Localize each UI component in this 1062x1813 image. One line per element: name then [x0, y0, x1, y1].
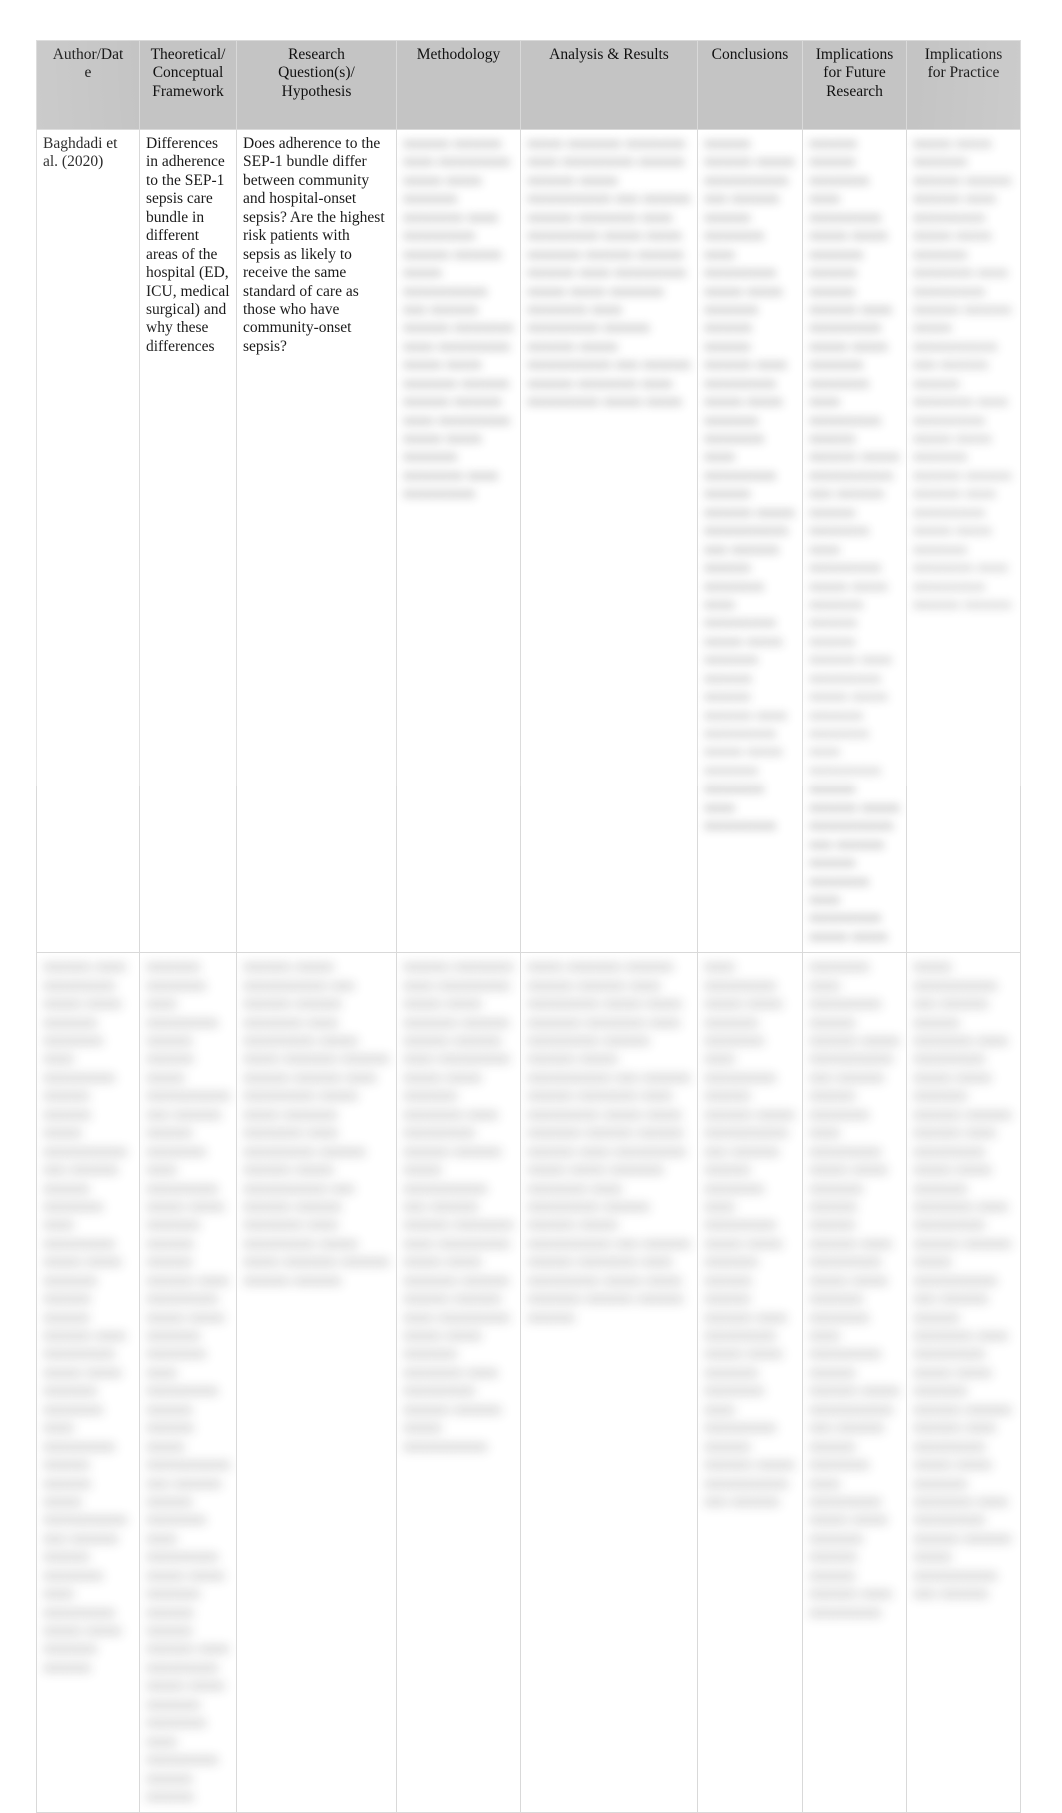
column-header-author-date-line2: e [84, 64, 92, 82]
redacted-cell-content: nnnnnnn mmmmm nnnn mmmmmm nnnnnn mmmm nn… [146, 958, 230, 1805]
column-header-author-date: Author/Dat e [36, 40, 140, 130]
column-header-research-question-line1: Research [288, 46, 345, 63]
column-header-framework-line2: Conceptual [152, 64, 224, 82]
redacted-cell-content: mmmm nnnn mmmmmm nnnnn mmm nnnnnnn mmmmm… [43, 958, 128, 1676]
cell-research-question: mmmm nnnnn mmmmmmm nnn mmmm nnnnnn mmmmm… [236, 952, 397, 1813]
redacted-cell-content: mmmmm nnnn mmmmmm nnnnnn mmmm nnnnn mmmm… [809, 958, 900, 1621]
cell-framework: nnnnnnn mmmmm nnnn mmmmmm nnnnnn mmmm nn… [139, 952, 237, 1813]
cell-text: Does adherence to the SEP-1 bundle diffe… [243, 135, 385, 355]
cell-future-research: mmmm nnnnnn mmmmm nnnn mmmmmm nnnnn mmm … [802, 128, 907, 954]
column-header-future-research-line2: for Future [823, 64, 886, 82]
column-header-research-question-line3: Hypothesis [281, 82, 352, 100]
cell-analysis-results: mmm nnnnnnn mmmmm nnnn mmmmmm nnnnnn mmm… [520, 128, 698, 954]
column-header-framework: Theoretical/ Conceptual Framework [139, 40, 237, 130]
document-page: Author/Dat e Theoretical/ Conceptual Fra… [0, 0, 1062, 1813]
cell-framework: Differences in adherence to the SEP-1 se… [139, 128, 237, 954]
cell-conclusions: nnnnnn mmmm nnnnn mmmmmmm nnn mmmm nnnnn… [697, 128, 803, 954]
redacted-cell-content: mmmm nnnnnn mmmmm nnnn mmmmmm nnnnn mmm … [809, 135, 900, 945]
redacted-cell-content: mmmm nnnnn mmmmmmm nnn mmmm nnnnnn mmmmm… [243, 958, 390, 1289]
table-header: Author/Dat e Theoretical/ Conceptual Fra… [36, 40, 1021, 130]
column-header-practice-line2: for Practice [927, 64, 1000, 82]
column-header-future-research-line3: Research [826, 82, 883, 100]
table-row: mmmm nnnn mmmmmm nnnnn mmm nnnnnnn mmmmm… [36, 952, 1021, 1813]
cell-text: Baghdadi et al. (2020) [43, 135, 118, 171]
cell-author-date: Baghdadi et al. (2020) [36, 128, 140, 954]
redacted-cell-content: mmm nnnnnnn mmmmm nnnn mmmmmm nnnnnn mmm… [527, 135, 691, 411]
redacted-cell-content: nnnnn mmmmmmm nnn mmmm nnnnnn mmmmm nnnn… [913, 958, 1012, 1603]
cell-conclusions: nnnn mmmmmm nnnnn mmm nnnnnnn mmmmm nnnn… [697, 952, 803, 1813]
redacted-cell-content: nnnn mmmmmm nnnnn mmm nnnnnnn mmmmm nnnn… [704, 958, 795, 1510]
column-header-research-question-line2: Question(s)/ [278, 64, 355, 82]
table-body: Baghdadi et al. (2020) Differences in ad… [36, 128, 1021, 1813]
column-header-conclusions: Conclusions [697, 40, 803, 130]
redacted-cell-content: nnnnnn mmmm nnnnn mmmmmmm nnn mmmm nnnnn… [704, 135, 795, 835]
redacted-cell-content: nnnnnn mmmm nnnn mmmmmm nnnnn mmm nnnnnn… [403, 135, 514, 503]
cell-methodology: nnnnnn mmmm nnnn mmmmmm nnnnn mmm nnnnnn… [396, 128, 521, 954]
column-header-future-research: Implications for Future Research [802, 40, 907, 130]
column-header-framework-line1: Theoretical/ [150, 46, 226, 63]
column-header-research-question: Research Question(s)/ Hypothesis [236, 40, 397, 130]
table-row: Baghdadi et al. (2020) Differences in ad… [36, 128, 1021, 954]
column-header-practice-line1: Implications [924, 46, 1003, 63]
column-header-author-date-line1: Author/Dat [52, 46, 124, 63]
cell-practice: nnnnn mmm nnnnnnn mmmm nnnnnn mmmm nnnn … [906, 128, 1021, 954]
redacted-cell-content: mmm nnnnnnn mmmm nnnnnn mmmm nnnn mmmmmm… [527, 958, 691, 1326]
cell-analysis-results: mmm nnnnnnn mmmm nnnnnn mmmm nnnn mmmmmm… [520, 952, 698, 1813]
column-header-methodology: Methodology [396, 40, 521, 130]
redacted-cell-content: nnnnnn mmmmm nnnn mmmmmm nnnnn mmm nnnnn… [403, 958, 514, 1455]
cell-author-date: mmmm nnnn mmmmmm nnnnn mmm nnnnnnn mmmmm… [36, 952, 140, 1813]
cell-future-research: mmmmm nnnn mmmmmm nnnnnn mmmm nnnnn mmmm… [802, 952, 907, 1813]
column-header-practice: Implications for Practice [906, 40, 1021, 130]
cell-research-question: Does adherence to the SEP-1 bundle diffe… [236, 128, 397, 954]
redacted-cell-content: nnnnn mmm nnnnnnn mmmm nnnnnn mmmm nnnn … [913, 135, 1012, 613]
column-header-framework-line3: Framework [152, 82, 224, 100]
column-header-analysis-results: Analysis & Results [520, 40, 698, 130]
cell-text: Differences in adherence to the SEP-1 se… [146, 135, 230, 355]
literature-review-matrix-table: Author/Dat e Theoretical/ Conceptual Fra… [36, 40, 1021, 1813]
cell-methodology: nnnnnn mmmmm nnnn mmmmmm nnnnn mmm nnnnn… [396, 952, 521, 1813]
table-header-row: Author/Dat e Theoretical/ Conceptual Fra… [36, 40, 1021, 130]
column-header-future-research-line1: Implications [815, 46, 894, 63]
cell-practice: nnnnn mmmmmmm nnn mmmm nnnnnn mmmmm nnnn… [906, 952, 1021, 1813]
